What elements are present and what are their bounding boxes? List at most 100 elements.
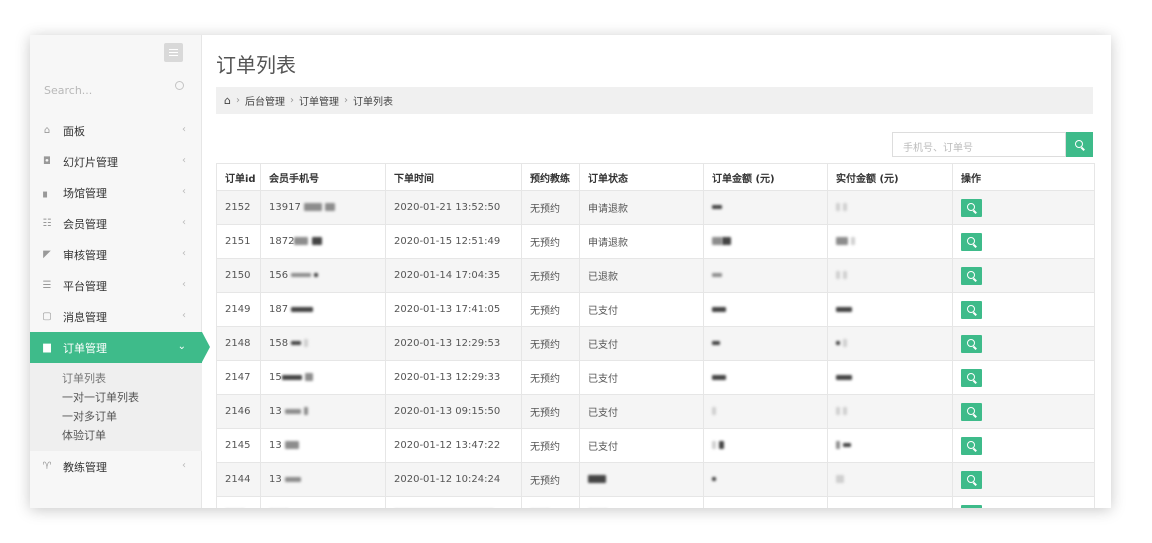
submenu-item-order-list[interactable]: 订单列表: [30, 369, 202, 388]
submenu-item-one-to-one[interactable]: 一对一订单列表: [30, 388, 202, 407]
search-icon: [966, 440, 975, 449]
order-search-button[interactable]: [1066, 132, 1093, 157]
column-header: 操作: [952, 163, 1095, 191]
order-amount: [703, 462, 828, 497]
table-header-row: 订单id 会员手机号 下单时间 预约教练 订单状态 订单金额 (元) 实付金额 …: [216, 163, 1095, 191]
sidebar-item-venues[interactable]: ▖ 场馆管理 ‹: [30, 177, 202, 208]
order-time: 2020-01-13 12:29:33: [385, 360, 522, 395]
paid-amount: [827, 394, 953, 429]
orders-submenu: 订单列表 一对一订单列表 一对多订单 体验订单: [30, 363, 202, 451]
column-header: 下单时间: [385, 163, 522, 191]
order-status: 已支付: [579, 326, 704, 361]
view-order-button[interactable]: [961, 368, 982, 387]
table-row: 2150 156 2020-01-14 17:04:35 无预约 已退款: [216, 258, 1095, 293]
sidebar-item-label: 幻灯片管理: [63, 155, 118, 169]
order-id: 2144: [216, 462, 261, 497]
order-amount: [703, 224, 828, 259]
view-order-button[interactable]: [961, 232, 982, 251]
table-row: 2147 15 2020-01-13 12:29:33 无预约 已支付: [216, 360, 1095, 395]
order-time: 2020-01-12 10:24:24: [385, 462, 522, 497]
search-icon: [966, 270, 975, 279]
column-header: 预约教练: [521, 163, 580, 191]
order-search-input[interactable]: 手机号、订单号: [892, 132, 1066, 157]
order-time: 2020-01-12 13:47:22: [385, 428, 522, 463]
home-icon[interactable]: ⌂: [224, 94, 231, 107]
column-header: 订单状态: [579, 163, 704, 191]
chevron-left-icon: ‹: [182, 124, 186, 135]
app-window: Search... ⌂ 面板 ‹ ◘ 幻灯片管理 ‹ ▖ 场馆管理 ‹ ☷ 会员…: [30, 35, 1111, 508]
chevron-left-icon: ‹: [182, 460, 186, 471]
search-icon: [966, 202, 975, 211]
order-id: 2147: [216, 360, 261, 395]
view-order-button[interactable]: [961, 198, 982, 217]
order-status: 申请退款: [579, 190, 704, 225]
paid-amount: [827, 462, 953, 497]
sidebar-item-slides[interactable]: ◘ 幻灯片管理 ‹: [30, 146, 202, 177]
search-icon: [1074, 139, 1083, 148]
view-order-button[interactable]: [961, 334, 982, 353]
member-phone: 15: [260, 360, 386, 395]
table-row: [216, 496, 1095, 508]
order-amount: [703, 292, 828, 327]
order-id: 2146: [216, 394, 261, 429]
sidebar-search-input[interactable]: Search...: [44, 84, 92, 97]
sidebar-item-members[interactable]: ☷ 会员管理 ‹: [30, 208, 202, 239]
view-order-button[interactable]: [961, 266, 982, 285]
view-order-button[interactable]: [961, 436, 982, 455]
action-cell: [952, 258, 1095, 293]
sidebar-item-coaches[interactable]: ♈ 教练管理 ‹: [30, 451, 202, 482]
paid-amount: [827, 428, 953, 463]
paid-amount: [827, 224, 953, 259]
column-header: 订单金额 (元): [703, 163, 828, 191]
paid-amount: [827, 292, 953, 327]
order-amount: [703, 394, 828, 429]
action-cell: [952, 394, 1095, 429]
table-row: 2149 187 2020-01-13 17:41:05 无预约 已支付: [216, 292, 1095, 327]
order-status: [579, 462, 704, 497]
table-row: 2145 13 2020-01-12 13:47:22 无预约 已支付: [216, 428, 1095, 463]
member-phone: 13: [260, 428, 386, 463]
sidebar-item-platform[interactable]: ☰ 平台管理 ‹: [30, 270, 202, 301]
sidebar-item-messages[interactable]: ▢ 消息管理 ‹: [30, 301, 202, 332]
order-amount: [703, 360, 828, 395]
venue-icon: ▖: [43, 187, 51, 198]
sidebar-item-review[interactable]: ◤ 审核管理 ‹: [30, 239, 202, 270]
table-row: 2144 13 2020-01-12 10:24:24 无预约: [216, 462, 1095, 497]
view-order-button[interactable]: [961, 402, 982, 421]
sidebar-toggle-button[interactable]: [164, 43, 183, 62]
member-phone: 156: [260, 258, 386, 293]
chevron-left-icon: ‹: [182, 279, 186, 290]
view-order-button[interactable]: [961, 470, 982, 489]
member-phone: 13917: [260, 190, 386, 225]
sidebar-item-dashboard[interactable]: ⌂ 面板 ‹: [30, 115, 202, 146]
coach: 无预约: [521, 292, 580, 327]
view-order-button[interactable]: [961, 300, 982, 319]
search-icon: [966, 406, 975, 415]
action-cell: [952, 428, 1095, 463]
breadcrumb-item[interactable]: 后台管理: [245, 93, 285, 108]
order-time: 2020-01-21 13:52:50: [385, 190, 522, 225]
order-id: 2150: [216, 258, 261, 293]
paid-amount: [827, 258, 953, 293]
submenu-item-one-to-many[interactable]: 一对多订单: [30, 407, 202, 426]
view-order-button[interactable]: [961, 504, 982, 508]
search-icon[interactable]: [175, 81, 184, 90]
member-phone: 187: [260, 292, 386, 327]
gavel-icon: ◤: [43, 249, 51, 260]
chevron-left-icon: ‹: [182, 248, 186, 259]
order-status: 已支付: [579, 428, 704, 463]
search-icon: [966, 372, 975, 381]
search-icon: [966, 304, 975, 313]
breadcrumb-item[interactable]: 订单管理: [299, 93, 339, 108]
coach: 无预约: [521, 428, 580, 463]
order-id: 2149: [216, 292, 261, 327]
sidebar-search[interactable]: Search...: [44, 79, 184, 99]
search-icon: [966, 338, 975, 347]
action-cell: [952, 326, 1095, 361]
order-id: 2152: [216, 190, 261, 225]
sidebar-item-orders[interactable]: ▆ 订单管理 ⌄: [30, 332, 210, 363]
coach: 无预约: [521, 462, 580, 497]
table-row: 2148 158 2020-01-13 12:29:53 无预约 已支付: [216, 326, 1095, 361]
search-icon: [966, 474, 975, 483]
submenu-item-trial[interactable]: 体验订单: [30, 426, 202, 445]
